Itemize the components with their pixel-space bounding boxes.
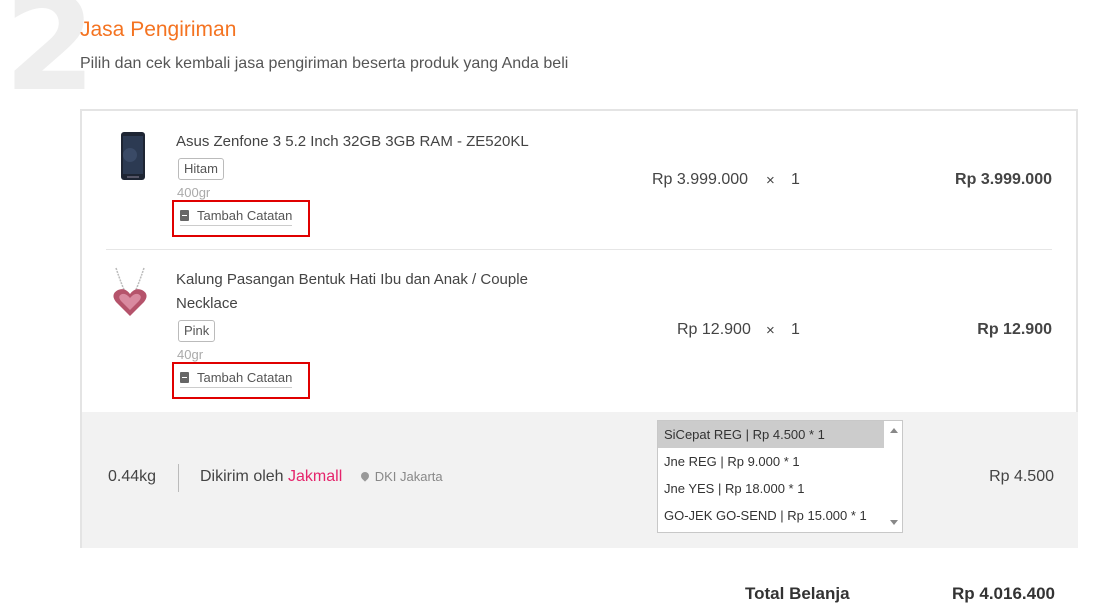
product-weight: 40gr xyxy=(177,347,204,362)
product-row: Kalung Pasangan Bentuk Hati Ibu dan Anak… xyxy=(82,250,1076,412)
courier-list-scrollbar[interactable] xyxy=(886,421,902,532)
location-pin-icon xyxy=(359,470,371,482)
scroll-down-arrow-icon[interactable] xyxy=(890,520,898,525)
add-note-label: Tambah Catatan xyxy=(197,370,293,385)
unit-price: Rp 12.900 xyxy=(677,321,751,338)
total-weight: 0.44kg xyxy=(108,468,157,485)
product-subtotal: Rp 3.999.000 xyxy=(955,171,1052,188)
courier-option[interactable]: SiCepat REG | Rp 4.500 * 1 xyxy=(658,421,884,448)
add-note-button[interactable]: Tambah Catatan xyxy=(172,362,310,399)
total-value: Rp 4.016.400 xyxy=(951,584,1055,603)
quantity: 1 xyxy=(791,171,800,188)
note-add-icon xyxy=(180,210,189,221)
product-row: Asus Zenfone 3 5.2 Inch 32GB 3GB RAM - Z… xyxy=(82,111,1076,250)
courier-select-list[interactable]: SiCepat REG | Rp 4.500 * 1 Jne REG | Rp … xyxy=(657,420,903,533)
cart-box: Asus Zenfone 3 5.2 Inch 32GB 3GB RAM - Z… xyxy=(80,109,1078,548)
courier-option[interactable]: Jne REG | Rp 9.000 * 1 xyxy=(658,448,884,475)
scroll-up-arrow-icon[interactable] xyxy=(890,428,898,433)
seller-location: DKI Jakarta xyxy=(374,469,443,484)
step-number: 2 xyxy=(4,0,96,121)
shipping-cost: Rp 4.500 xyxy=(989,468,1054,485)
seller-link[interactable]: Jakmall xyxy=(288,468,342,485)
add-note-link[interactable]: Tambah Catatan xyxy=(180,208,293,226)
product-subtotal: Rp 12.900 xyxy=(977,321,1052,338)
variant-tag: Hitam xyxy=(178,158,224,180)
times-sign: × xyxy=(766,322,775,339)
product-thumbnail-phone xyxy=(108,131,152,183)
product-name[interactable]: Kalung Pasangan Bentuk Hati Ibu dan Anak… xyxy=(176,268,556,316)
variant-tag: Pink xyxy=(178,320,216,342)
add-note-link[interactable]: Tambah Catatan xyxy=(180,370,293,388)
times-sign: × xyxy=(766,172,775,189)
note-add-icon xyxy=(180,372,189,383)
shipped-by: Dikirim oleh Jakmall DKI Jakarta xyxy=(200,468,443,486)
section-subtitle: Pilih dan cek kembali jasa pengiriman be… xyxy=(80,55,569,72)
product-name[interactable]: Asus Zenfone 3 5.2 Inch 32GB 3GB RAM - Z… xyxy=(176,130,556,154)
quantity: 1 xyxy=(791,321,800,338)
total-label: Total Belanja xyxy=(745,584,850,603)
product-weight: 400gr xyxy=(177,185,211,200)
add-note-label: Tambah Catatan xyxy=(197,208,293,223)
courier-option[interactable]: Jne YES | Rp 18.000 * 1 xyxy=(658,475,884,502)
shipping-panel: 0.44kg Dikirim oleh Jakmall DKI Jakarta … xyxy=(82,412,1078,548)
shipped-by-label: Dikirim oleh xyxy=(200,468,284,485)
add-note-button[interactable]: Tambah Catatan xyxy=(172,200,310,237)
divider xyxy=(178,464,179,492)
unit-price: Rp 3.999.000 xyxy=(652,171,749,188)
product-thumbnail-necklace xyxy=(108,266,152,318)
courier-option[interactable]: GO-JEK GO-SEND | Rp 15.000 * 1 xyxy=(658,502,884,529)
section-title: Jasa Pengiriman xyxy=(80,18,237,41)
